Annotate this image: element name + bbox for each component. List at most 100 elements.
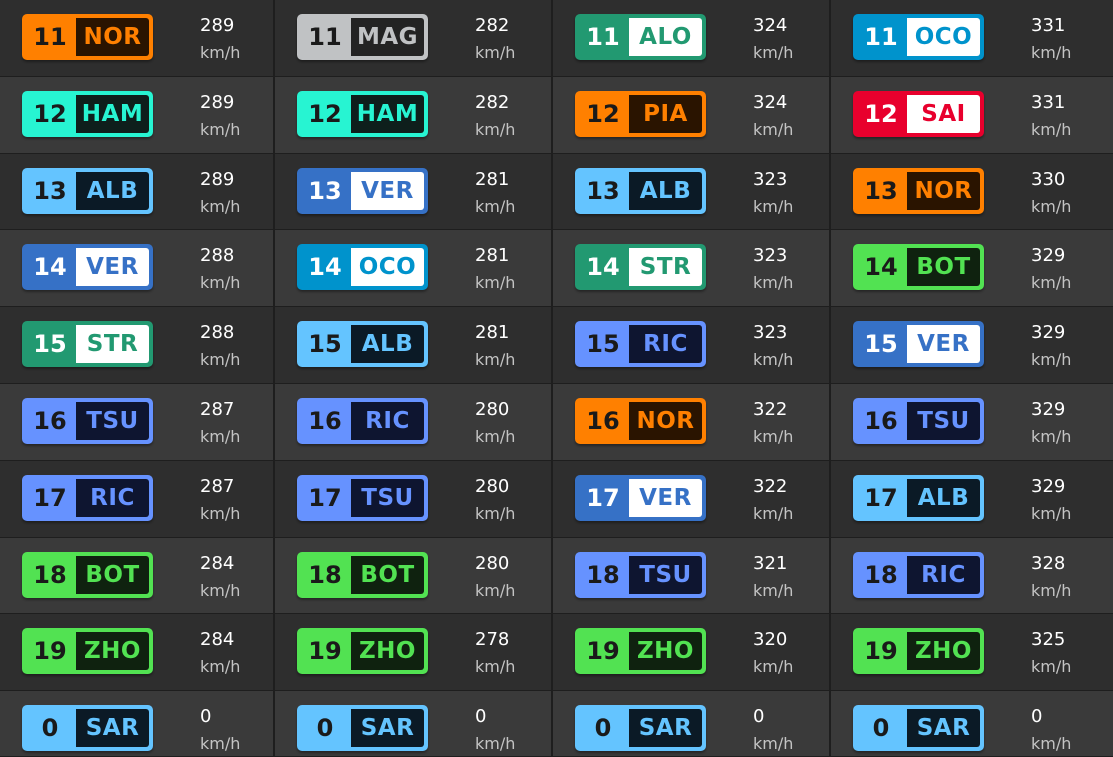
driver-badge[interactable]: 18 BOT: [297, 551, 428, 598]
driver-badge[interactable]: 16 TSU: [22, 397, 153, 444]
speed-unit: km/h: [753, 734, 794, 754]
driver-badge[interactable]: 15 RIC: [575, 321, 706, 368]
speed-value: 323: [753, 322, 788, 344]
driver-badge[interactable]: 16 RIC: [297, 397, 428, 444]
speed-readout: 282 km/h: [475, 89, 515, 143]
speed-cell: 0 SAR 0 km/h: [275, 691, 553, 757]
driver-position: 13: [308, 176, 342, 205]
speed-cell: 12 SAI 331 km/h: [831, 76, 1113, 154]
driver-badge[interactable]: 0 SAR: [853, 705, 984, 752]
driver-badge[interactable]: 0 SAR: [297, 705, 428, 752]
driver-badge[interactable]: 13 ALB: [575, 167, 706, 214]
speed-unit: km/h: [200, 196, 241, 216]
speed-unit: km/h: [475, 350, 516, 370]
driver-badge[interactable]: 13 ALB: [22, 167, 153, 214]
driver-badge[interactable]: 0 SAR: [22, 705, 153, 752]
speed-readout: 329 km/h: [1031, 396, 1071, 450]
speed-value: 331: [1031, 15, 1066, 36]
speed-value: 0: [1031, 706, 1043, 728]
driver-position: 16: [864, 406, 898, 435]
driver-position: 18: [33, 560, 67, 589]
speed-readout: 0 km/h: [200, 703, 240, 757]
speed-unit: km/h: [475, 657, 516, 677]
driver-badge[interactable]: 12 HAM: [297, 90, 428, 137]
speed-readout: 322 km/h: [753, 396, 793, 450]
driver-badge[interactable]: 11 OCO: [853, 14, 984, 60]
driver-position: 0: [872, 714, 890, 743]
driver-position: 17: [308, 483, 342, 512]
speed-value: 0: [200, 706, 212, 728]
driver-badge[interactable]: 16 TSU: [853, 397, 984, 444]
driver-code: RIC: [76, 478, 149, 517]
driver-position: 11: [864, 23, 898, 51]
driver-badge[interactable]: 17 VER: [575, 474, 706, 521]
driver-badge[interactable]: 13 NOR: [853, 167, 984, 214]
driver-badge[interactable]: 14 STR: [575, 244, 706, 291]
driver-badge[interactable]: 11 NOR: [22, 14, 153, 60]
driver-badge[interactable]: 14 VER: [22, 244, 153, 291]
driver-badge[interactable]: 15 STR: [22, 321, 153, 368]
speed-cell: 0 SAR 0 km/h: [831, 691, 1113, 757]
speed-cell: 18 TSU 321 km/h: [553, 537, 831, 615]
driver-badge[interactable]: 17 RIC: [22, 474, 153, 521]
speed-readout: 281 km/h: [475, 319, 515, 373]
speed-readout: 287 km/h: [200, 396, 240, 450]
driver-code: ZHO: [907, 632, 980, 671]
driver-badge[interactable]: 11 MAG: [297, 14, 428, 60]
driver-badge[interactable]: 18 BOT: [22, 551, 153, 598]
driver-badge[interactable]: 13 VER: [297, 167, 428, 214]
driver-badge[interactable]: 14 BOT: [853, 244, 984, 291]
speed-value: 287: [200, 398, 235, 420]
speed-readout: 284 km/h: [200, 626, 240, 680]
driver-badge[interactable]: 12 PIA: [575, 90, 706, 137]
driver-position: 19: [308, 637, 342, 666]
driver-badge[interactable]: 16 NOR: [575, 397, 706, 444]
driver-badge[interactable]: 17 ALB: [853, 474, 984, 521]
driver-code: HAM: [76, 94, 149, 133]
speed-value: 328: [1031, 552, 1066, 574]
driver-code: BOT: [76, 555, 149, 594]
speed-unit: km/h: [200, 580, 241, 600]
driver-badge[interactable]: 12 HAM: [22, 90, 153, 137]
speed-cell: 17 RIC 287 km/h: [0, 460, 275, 538]
speed-cell: 19 ZHO 284 km/h: [0, 614, 275, 692]
driver-code: ALO: [629, 18, 702, 56]
driver-code: TSU: [907, 401, 980, 440]
driver-badge[interactable]: 19 ZHO: [22, 628, 153, 675]
speed-value: 330: [1031, 168, 1066, 190]
driver-badge[interactable]: 17 TSU: [297, 474, 428, 521]
speed-value: 281: [475, 168, 510, 190]
driver-position: 19: [864, 637, 898, 666]
driver-badge[interactable]: 18 TSU: [575, 551, 706, 598]
speed-value: 0: [475, 706, 487, 728]
speed-cell: 17 TSU 280 km/h: [275, 460, 553, 538]
speed-unit: km/h: [200, 657, 241, 677]
driver-badge[interactable]: 19 ZHO: [853, 628, 984, 675]
speed-unit: km/h: [753, 196, 794, 216]
driver-badge[interactable]: 18 RIC: [853, 551, 984, 598]
speed-readout: 284 km/h: [200, 550, 240, 604]
speed-value: 288: [200, 245, 235, 267]
driver-badge[interactable]: 0 SAR: [575, 705, 706, 752]
speed-value: 289: [200, 91, 235, 113]
driver-badge[interactable]: 15 ALB: [297, 321, 428, 368]
speed-cell: 14 BOT 329 km/h: [831, 230, 1113, 308]
speed-readout: 281 km/h: [475, 242, 515, 296]
speed-readout: 324 km/h: [753, 89, 793, 143]
driver-badge[interactable]: 14 OCO: [297, 244, 428, 291]
driver-badge[interactable]: 15 VER: [853, 321, 984, 368]
driver-code: STR: [629, 248, 702, 287]
driver-code: BOT: [351, 555, 424, 594]
driver-badge[interactable]: 19 ZHO: [297, 628, 428, 675]
speed-cell: 16 RIC 280 km/h: [275, 383, 553, 461]
speed-value: 324: [753, 91, 788, 113]
driver-badge[interactable]: 12 SAI: [853, 90, 984, 137]
driver-code: VER: [76, 248, 149, 287]
speed-readout: 288 km/h: [200, 319, 240, 373]
speed-readout: 329 km/h: [1031, 319, 1071, 373]
driver-badge[interactable]: 11 ALO: [575, 14, 706, 60]
driver-badge[interactable]: 19 ZHO: [575, 628, 706, 675]
driver-code: ALB: [907, 478, 980, 517]
speed-unit: km/h: [200, 119, 241, 139]
driver-position: 16: [33, 406, 67, 435]
